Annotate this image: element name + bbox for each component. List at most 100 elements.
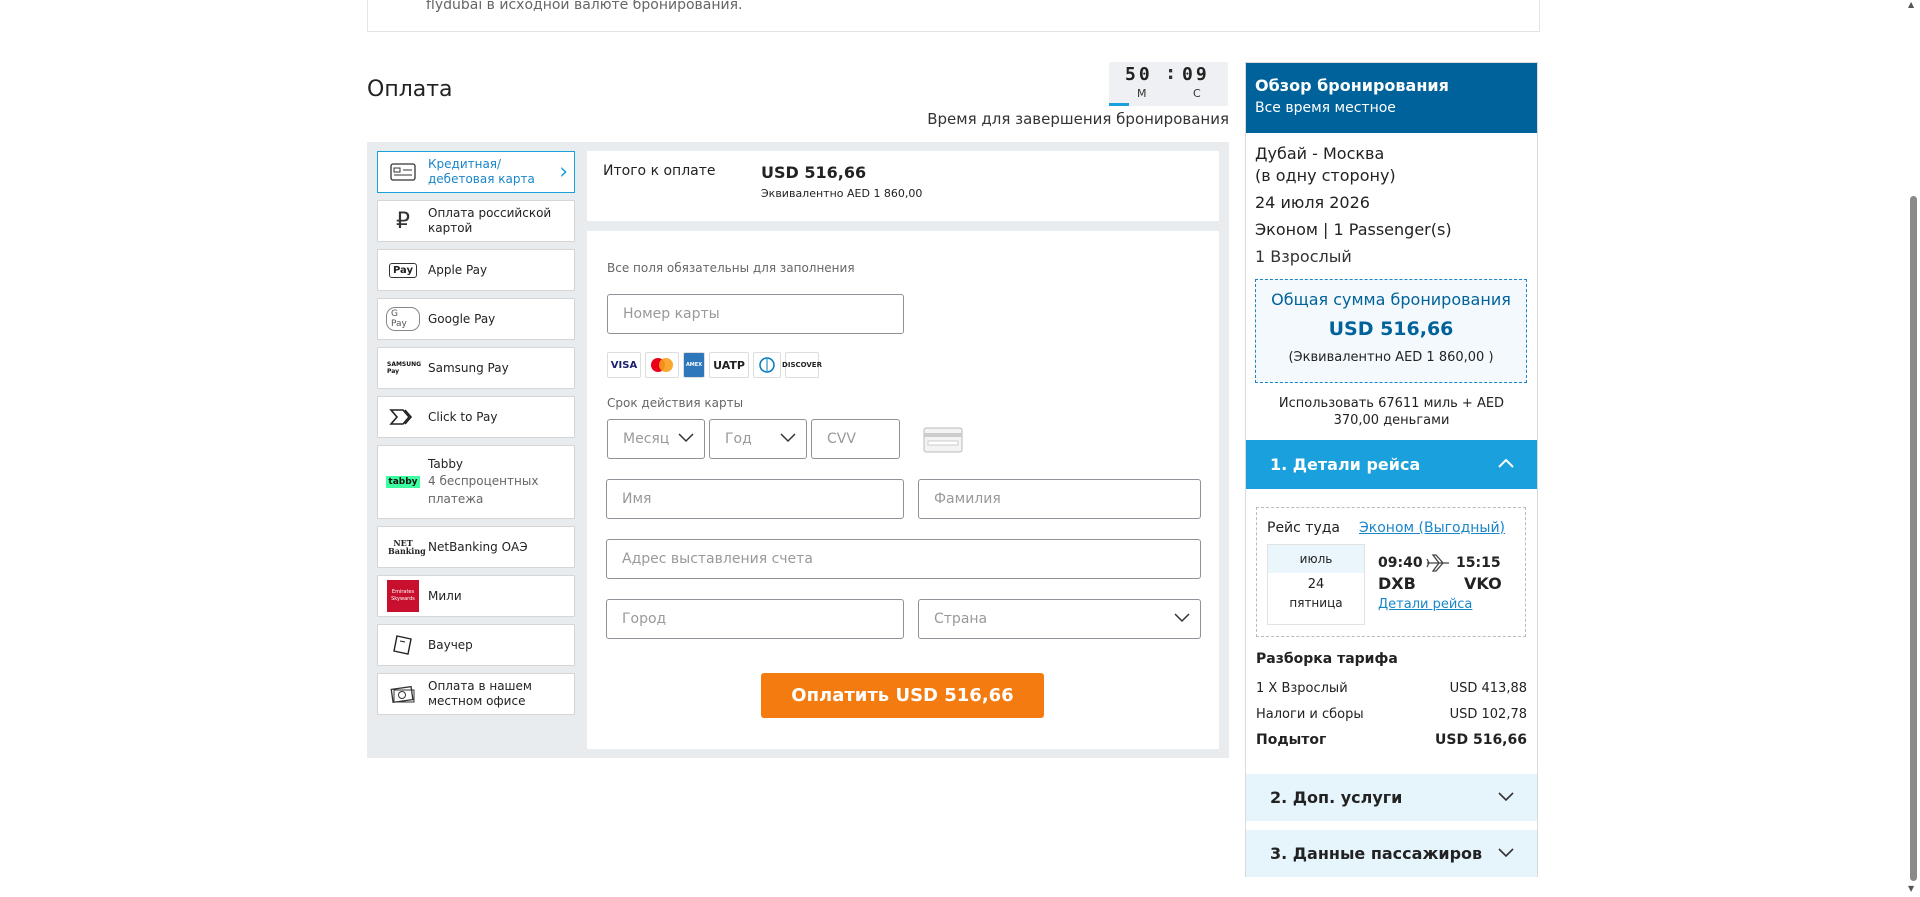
method-label: Tabby <box>428 456 464 471</box>
method-label: Кредитная/дебетовая карта <box>428 157 535 186</box>
uatp-icon: UATP <box>709 352 749 378</box>
samsung-pay-icon: SAMSUNG Pay <box>387 361 422 375</box>
scroll-down-arrow[interactable]: ▼ <box>1908 884 1914 893</box>
passenger-count: 1 Взрослый <box>1255 247 1352 266</box>
extras-accordion[interactable]: 2. Доп. услуги <box>1246 774 1537 821</box>
method-sublabel: 4 беспроцентных платежа <box>428 473 539 506</box>
scroll-up-arrow[interactable]: ▲ <box>1908 0 1914 9</box>
fare-row: 1 X Взрослый USD 413,88 <box>1256 681 1527 696</box>
summary-header: Обзор бронирования Все время местное <box>1246 63 1537 133</box>
fare-row-value: USD 413,88 <box>1449 681 1527 696</box>
info-notice-text: flydubai в исходной валюте бронирования. <box>426 0 743 13</box>
scrollbar-thumb[interactable] <box>1910 196 1917 881</box>
flight-details-link[interactable]: Детали рейса <box>1378 597 1472 612</box>
visa-icon: VISA <box>607 352 641 378</box>
ruble-icon: ₽ <box>396 208 410 234</box>
segment-month: июль <box>1268 545 1364 573</box>
method-samsung-pay[interactable]: SAMSUNG Pay Samsung Pay <box>377 347 575 389</box>
fare-row-label: Подытог <box>1256 732 1327 748</box>
summary-subtitle: Все время местное <box>1255 100 1396 116</box>
segment-date: июль 24 пятница <box>1267 544 1365 625</box>
method-click-to-pay[interactable]: Click to Pay <box>377 396 575 438</box>
netbanking-icon: NET Banking <box>388 538 426 556</box>
method-google-pay[interactable]: G Pay Google Pay <box>377 298 575 340</box>
timer-progress <box>1109 103 1129 106</box>
arrival-airport: VKO <box>1464 574 1502 593</box>
method-voucher[interactable]: Ваучер <box>377 624 575 666</box>
method-apple-pay[interactable]: Pay Apple Pay <box>377 249 575 291</box>
month-select[interactable]: Месяц <box>607 419 705 459</box>
method-label: Ваучер <box>428 637 473 652</box>
country-select[interactable]: Страна <box>918 599 1201 639</box>
expiry-label: Срок действия карты <box>607 396 744 410</box>
first-name-input[interactable]: Имя <box>606 479 904 519</box>
year-select-value: Год <box>725 431 752 447</box>
miles-option: Использовать 67611 миль + AED 370,00 ден… <box>1278 396 1505 428</box>
cvv-input[interactable]: CVV <box>811 419 900 459</box>
method-netbanking[interactable]: NET Banking NetBanking ОАЭ <box>377 526 575 568</box>
chevron-down-icon <box>780 431 796 447</box>
last-name-input[interactable]: Фамилия <box>918 479 1201 519</box>
amount-due-label: Итого к оплате <box>603 163 716 179</box>
method-credit-card[interactable]: Кредитная/дебетовая карта › <box>377 151 575 193</box>
method-label: Google Pay <box>428 311 496 326</box>
fare-row-label: 1 X Взрослый <box>1256 681 1348 696</box>
fare-row-value: USD 516,66 <box>1435 732 1527 748</box>
chevron-up-icon <box>1497 454 1515 476</box>
fare-breakdown-title: Разборка тарифа <box>1256 651 1398 667</box>
country-select-value: Страна <box>934 611 988 627</box>
accordion-title: 2. Доп. услуги <box>1270 788 1403 807</box>
amount-due-value: USD 516,66 <box>761 163 867 182</box>
passenger-data-accordion[interactable]: 3. Данные пассажиров <box>1246 830 1537 877</box>
chevron-down-icon <box>678 431 694 447</box>
method-tabby[interactable]: tabby Tabby 4 беспроцентных платежа <box>377 445 575 519</box>
departure-airport: DXB <box>1378 574 1416 593</box>
fare-subtotal-row: Подытог USD 516,66 <box>1256 732 1527 748</box>
flight-details-accordion[interactable]: 1. Детали рейса <box>1246 440 1537 489</box>
booking-total-value: USD 516,66 <box>1328 318 1454 340</box>
cash-icon <box>386 682 420 706</box>
booking-total-equiv: (Эквивалентно AED 1 860,00 ) <box>1288 350 1494 365</box>
fare-row-label: Налоги и сборы <box>1256 707 1364 722</box>
apple-pay-icon: Pay <box>386 258 420 282</box>
city-input[interactable]: Город <box>606 599 904 639</box>
discover-icon: DISCOVER <box>782 352 822 378</box>
emirates-skywards-icon: Emirates Skywards <box>386 580 420 612</box>
method-label: NetBanking ОАЭ <box>428 539 528 554</box>
trip-type: (в одну сторону) <box>1255 166 1396 185</box>
plane-icon <box>1425 553 1451 577</box>
fare-row-value: USD 102,78 <box>1449 707 1527 722</box>
timer-seconds: 09 <box>1182 64 1210 85</box>
chevron-down-icon <box>1497 788 1515 810</box>
travel-date: 24 июля 2026 <box>1255 193 1370 212</box>
google-pay-icon: G Pay <box>386 307 420 331</box>
info-notice: flydubai в исходной валюте бронирования. <box>367 0 1540 32</box>
billing-address-input[interactable]: Адрес выставления счета <box>606 539 1201 579</box>
method-label: Samsung Pay <box>428 360 509 375</box>
pay-button[interactable]: Оплатить USD 516,66 <box>761 673 1044 718</box>
timer-colon: : <box>1167 63 1175 84</box>
mastercard-icon <box>645 352 679 378</box>
tabby-icon: tabby <box>386 476 420 488</box>
cvv-card-icon <box>923 427 963 457</box>
summary-title: Обзор бронирования <box>1255 76 1449 95</box>
method-label: Оплата российской картой <box>428 206 552 235</box>
method-local-office[interactable]: Оплата в нашем местном офисе <box>377 673 575 715</box>
segment-day: 24 <box>1307 577 1325 592</box>
method-russian-card[interactable]: ₽ Оплата российской картой <box>377 200 575 242</box>
timer-caption: Время для завершения бронирования <box>927 110 1229 128</box>
fare-row: Налоги и сборы USD 102,78 <box>1256 707 1527 722</box>
amex-icon: AMEX <box>683 352 705 378</box>
card-number-input[interactable]: Номер карты <box>607 294 904 334</box>
cabin-class: Эконом | 1 Passenger(s) <box>1255 220 1452 239</box>
method-miles[interactable]: Emirates Skywards Мили <box>377 575 575 617</box>
chevron-down-icon <box>1497 844 1515 866</box>
diners-club-icon <box>753 352 781 378</box>
flight-segment: Рейс туда Эконом (Выгодный) июль 24 пятн… <box>1256 507 1526 637</box>
route-info: Дубай - Москва (в одну сторону) 24 июля 2… <box>1255 143 1452 273</box>
booking-summary: Обзор бронирования Все время местное Дуб… <box>1245 62 1538 877</box>
fare-class-link[interactable]: Эконом (Выгодный) <box>1359 520 1505 536</box>
amount-due-equiv: Эквивалентно AED 1 860,00 <box>761 187 923 200</box>
timer-seconds-label: С <box>1193 87 1201 100</box>
year-select[interactable]: Год <box>709 419 807 459</box>
